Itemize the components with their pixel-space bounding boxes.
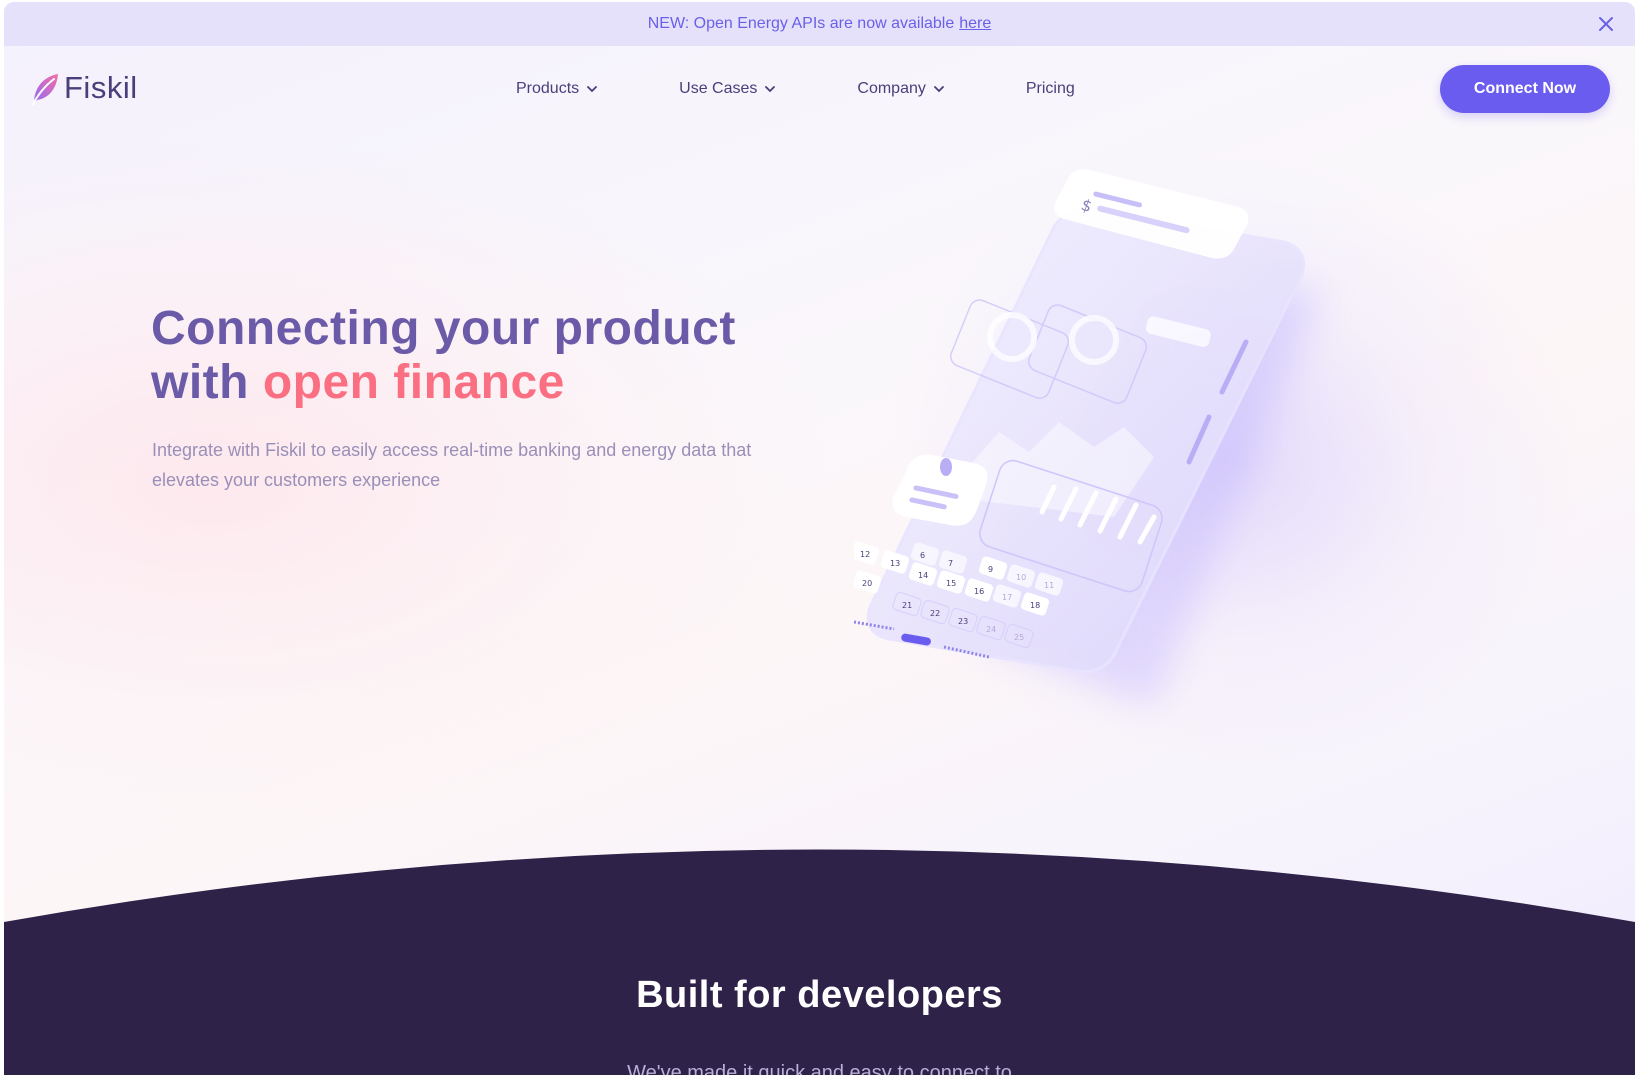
developers-subtitle: We've made it quick and easy to connect … bbox=[627, 1062, 1012, 1075]
developers-title: Built for developers bbox=[636, 974, 1003, 1016]
close-announcement-button[interactable] bbox=[1593, 11, 1619, 37]
phone-illustration-svg: $ 12 13 6 7 14 15 16 9 10 11 20 17 18 21… bbox=[822, 169, 1324, 707]
svg-text:17: 17 bbox=[1002, 593, 1012, 602]
hero-title-prefix: with bbox=[151, 356, 263, 409]
nav-company-label: Company bbox=[857, 80, 926, 97]
nav-products[interactable]: Products bbox=[516, 80, 598, 98]
svg-text:11: 11 bbox=[1044, 581, 1054, 590]
hero-subtitle-line1: Integrate with Fiskil to easily access r… bbox=[152, 440, 752, 460]
logo[interactable]: Fiskil bbox=[30, 70, 138, 106]
svg-text:6: 6 bbox=[920, 551, 925, 560]
site-header: Fiskil Products Use Cases Company Pricin… bbox=[4, 46, 1635, 132]
main-nav: Products Use Cases Company Pricing bbox=[516, 46, 1075, 132]
close-icon bbox=[1599, 17, 1613, 31]
nav-pricing-label: Pricing bbox=[1025, 80, 1075, 97]
hero-subtitle: Integrate with Fiskil to easily access r… bbox=[152, 435, 852, 495]
svg-text:15: 15 bbox=[946, 579, 956, 588]
nav-pricing[interactable]: Pricing bbox=[1026, 80, 1075, 98]
developers-section-bg bbox=[4, 849, 1635, 1075]
leaf-logo-icon bbox=[32, 74, 58, 105]
connect-now-button[interactable]: Connect Now bbox=[1440, 65, 1610, 113]
logo-text: Fiskil bbox=[64, 70, 138, 105]
svg-text:23: 23 bbox=[958, 617, 968, 626]
nav-use-cases-label: Use Cases bbox=[679, 80, 758, 97]
phone-illustration: $ 12 13 6 7 14 15 16 9 10 11 20 17 18 21… bbox=[822, 167, 1374, 727]
svg-text:20: 20 bbox=[862, 579, 872, 588]
svg-text:22: 22 bbox=[930, 609, 940, 618]
chevron-down-icon bbox=[587, 86, 598, 93]
page: NEW: Open Energy APIs are now available … bbox=[4, 2, 1635, 1075]
svg-text:13: 13 bbox=[890, 559, 900, 568]
chevron-down-icon bbox=[765, 86, 776, 93]
nav-products-label: Products bbox=[516, 80, 580, 97]
hero-title-accent: open finance bbox=[262, 356, 565, 409]
svg-text:7: 7 bbox=[948, 559, 953, 568]
svg-text:25: 25 bbox=[1014, 633, 1024, 642]
phone-small-card bbox=[892, 454, 988, 526]
hero-subtitle-line2: elevates your customers experience bbox=[152, 470, 441, 490]
announcement-bar: NEW: Open Energy APIs are now available … bbox=[4, 2, 1635, 46]
chevron-down-icon bbox=[933, 86, 944, 93]
nav-use-cases[interactable]: Use Cases bbox=[679, 80, 776, 98]
svg-text:14: 14 bbox=[918, 571, 928, 580]
svg-text:16: 16 bbox=[974, 587, 984, 596]
svg-text:24: 24 bbox=[986, 625, 996, 634]
hero-title-line1: Connecting your product bbox=[151, 302, 736, 355]
svg-text:21: 21 bbox=[902, 601, 912, 610]
svg-text:9: 9 bbox=[988, 565, 993, 574]
svg-text:10: 10 bbox=[1016, 573, 1026, 582]
svg-text:18: 18 bbox=[1030, 601, 1040, 610]
announcement-text: NEW: Open Energy APIs are now available bbox=[647, 15, 955, 32]
svg-text:12: 12 bbox=[860, 550, 870, 559]
announcement-link[interactable]: here bbox=[959, 15, 991, 33]
hero-title: Connecting your product with open financ… bbox=[151, 302, 871, 410]
nav-company[interactable]: Company bbox=[857, 80, 944, 98]
